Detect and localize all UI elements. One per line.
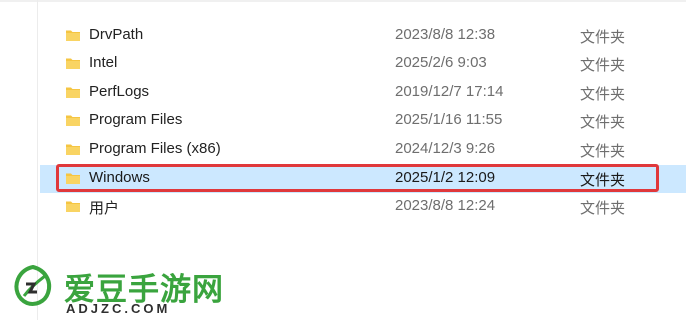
file-name: 用户 [89, 200, 120, 217]
folder-icon [66, 30, 80, 41]
file-date-modified: 2023/8/8 12:38 [395, 26, 496, 43]
file-name: Program Files (x86) [89, 140, 221, 157]
file-row-drvpath[interactable]: DrvPath 2023/8/8 12:38 文件夹 [40, 22, 686, 50]
file-name: Intel [89, 54, 118, 71]
file-date-modified: 2025/2/6 9:03 [395, 54, 487, 71]
file-row-program-files[interactable]: Program Files 2025/1/16 11:55 文件夹 [40, 107, 686, 135]
folder-icon [66, 144, 80, 155]
file-row-users[interactable]: 用户 2023/8/8 12:24 文件夹 [40, 193, 686, 221]
file-type: 文件夹 [580, 57, 626, 74]
folder-icon [66, 87, 80, 98]
file-type: 文件夹 [580, 86, 626, 103]
file-type: 文件夹 [580, 200, 626, 217]
annotation-highlight-box [56, 164, 659, 192]
file-date-modified: 2023/8/8 12:24 [395, 197, 496, 214]
watermark: 爱豆手游网 ADJZC.COM [10, 262, 250, 320]
watermark-subtitle: ADJZC.COM [66, 301, 171, 316]
file-row-program-files-x86[interactable]: Program Files (x86) 2024/12/3 9:26 文件夹 [40, 136, 686, 164]
file-date-modified: 2024/12/3 9:26 [395, 140, 496, 157]
file-date-modified: 2025/1/16 11:55 [395, 111, 503, 128]
folder-icon [66, 115, 80, 126]
file-row-intel[interactable]: Intel 2025/2/6 9:03 文件夹 [40, 50, 686, 78]
file-type: 文件夹 [580, 29, 626, 46]
file-date-modified: 2019/12/7 17:14 [395, 83, 504, 100]
folder-icon [66, 201, 80, 212]
file-name: Program Files [89, 111, 183, 128]
window-top-edge [0, 0, 686, 2]
file-name: DrvPath [89, 26, 144, 43]
file-type: 文件夹 [580, 143, 626, 160]
folder-icon [66, 58, 80, 69]
file-name: PerfLogs [89, 83, 150, 100]
file-type: 文件夹 [580, 114, 626, 131]
file-row-perflogs[interactable]: PerfLogs 2019/12/7 17:14 文件夹 [40, 79, 686, 107]
leaf-logo-icon [14, 264, 52, 306]
